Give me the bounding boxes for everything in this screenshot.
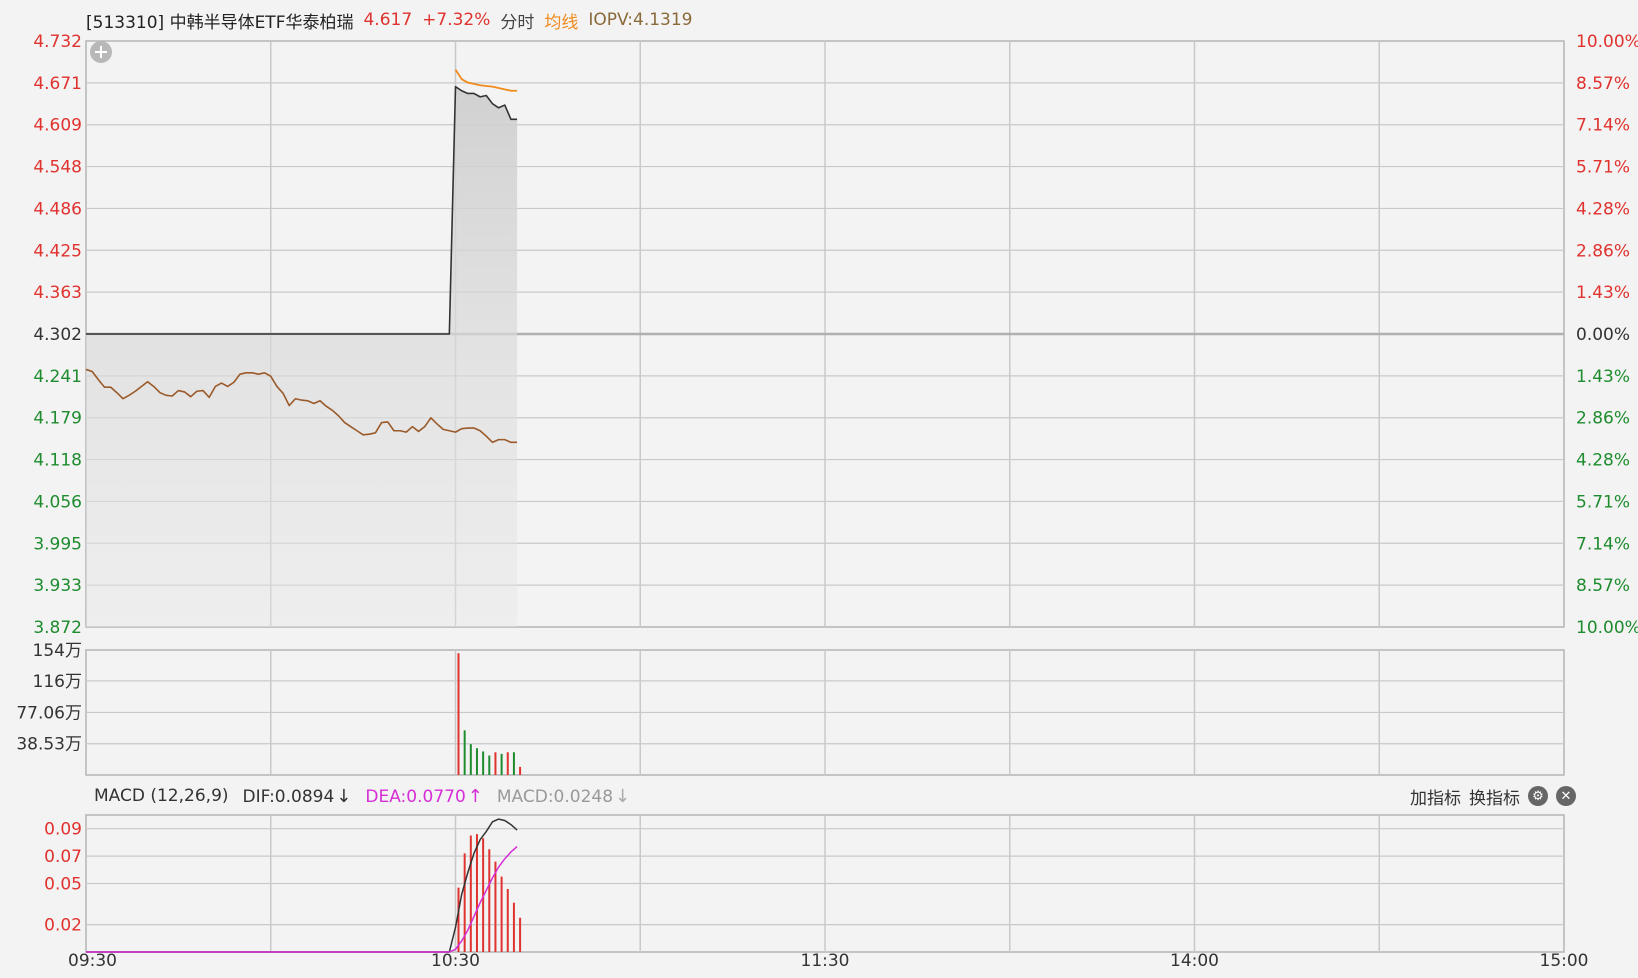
percent-axis-tick-label: 1.43% [1576, 367, 1630, 387]
macd-dif-value: DIF:0.0894 ↓ [243, 786, 352, 807]
dif-text: DIF:0.0894 [242, 786, 335, 807]
price-axis-tick-label: 3.995 [33, 534, 82, 554]
time-sharing-chart-window: [513310] 中韩半导体ETF华泰柏瑞 4.617 +7.32% 分时 均线… [0, 0, 1638, 978]
percent-axis-tick-label: 0.00% [1576, 325, 1630, 345]
price-axis-tick-label: 4.302 [33, 325, 82, 345]
time-axis-tick-label: 15:00 [1540, 951, 1589, 971]
dif-trend-arrow-icon: ↓ [336, 785, 352, 807]
percent-axis-tick-label: 10.00% [1576, 32, 1638, 52]
percent-axis-tick-label: 4.28% [1576, 199, 1630, 219]
macd-value: MACD:0.0248 ↓ [497, 786, 630, 807]
price-axis-tick-label: 4.732 [33, 32, 82, 52]
time-axis-tick-label: 14:00 [1170, 951, 1219, 971]
macd-axis-tick-label: 0.07 [44, 847, 82, 867]
percent-axis-tick-label: 7.14% [1576, 116, 1630, 136]
macd-header: MACD (12,26,9) DIF:0.0894 ↓ DEA:0.0770 ↑ M… [94, 782, 630, 810]
price-axis-tick-label: 3.933 [33, 576, 82, 596]
price-axis-tick-label: 4.671 [33, 74, 82, 94]
time-axis-tick-label: 10:30 [431, 951, 480, 971]
percent-axis-tick-label: 2.86% [1576, 409, 1630, 429]
percent-axis-tick-label: 5.71% [1576, 158, 1630, 178]
price-axis-tick-label: 4.486 [33, 199, 82, 219]
volume-axis-tick-label: 77.06万 [16, 703, 82, 723]
percent-axis-tick-label: 7.14% [1576, 534, 1630, 554]
percent-axis-tick-label: 5.71% [1576, 492, 1630, 512]
average-price-line [454, 69, 518, 92]
close-icon[interactable]: ✕ [1556, 786, 1576, 806]
time-axis-tick-label: 11:30 [801, 951, 850, 971]
price-axis-tick-label: 4.363 [33, 283, 82, 303]
dif-line [86, 818, 518, 953]
chart-canvas[interactable]: 4.732 10.00% 4.671 8.57% 4.609 7.14% 4.548 5.71… [0, 0, 1638, 978]
macd-indicator-name[interactable]: MACD (12,26,9) [94, 786, 229, 806]
macd-axis-tick-label: 0.05 [44, 875, 82, 895]
dea-text: DEA:0.0770 [365, 786, 466, 807]
percent-axis-tick-label: 8.57% [1576, 576, 1630, 596]
percent-axis-tick-label: 1.43% [1576, 283, 1630, 303]
price-axis-tick-label: 4.425 [33, 241, 82, 261]
switch-indicator-button[interactable]: 换指标 [1469, 784, 1520, 809]
percent-axis-tick-label: 10.00% [1576, 618, 1638, 638]
volume-axis-tick-label: 38.53万 [16, 735, 82, 755]
indicator-tools: 加指标 换指标 ⚙ ✕ [1410, 782, 1576, 810]
dea-line [86, 845, 518, 953]
price-axis-tick-label: 4.548 [33, 158, 82, 178]
volume-axis-tick-label: 116万 [33, 672, 82, 692]
dea-trend-arrow-icon: ↑ [467, 785, 483, 807]
percent-axis-tick-label: 2.86% [1576, 241, 1630, 261]
macd-text: MACD:0.0248 [496, 786, 614, 807]
time-axis-tick-label: 09:30 [68, 951, 117, 971]
price-axis-tick-label: 4.241 [33, 367, 82, 387]
macd-axis-tick-label: 0.09 [44, 820, 82, 840]
price-axis-tick-label: 4.118 [33, 451, 82, 471]
price-axis-tick-label: 4.056 [33, 492, 82, 512]
macd-axis-tick-label: 0.02 [44, 916, 82, 936]
add-indicator-button[interactable]: 加指标 [1410, 784, 1461, 809]
price-area-fill [86, 86, 518, 627]
percent-axis-tick-label: 4.28% [1576, 451, 1630, 471]
price-axis-tick-label: 3.872 [33, 618, 82, 638]
macd-trend-arrow-icon: ↓ [615, 785, 631, 807]
price-axis-tick-label: 4.179 [33, 409, 82, 429]
price-axis-tick-label: 4.609 [33, 116, 82, 136]
percent-axis-tick-label: 8.57% [1576, 74, 1630, 94]
gear-icon[interactable]: ⚙ [1528, 786, 1548, 806]
volume-axis-tick-label: 154万 [33, 641, 82, 661]
macd-dea-value: DEA:0.0770 ↑ [365, 786, 482, 807]
